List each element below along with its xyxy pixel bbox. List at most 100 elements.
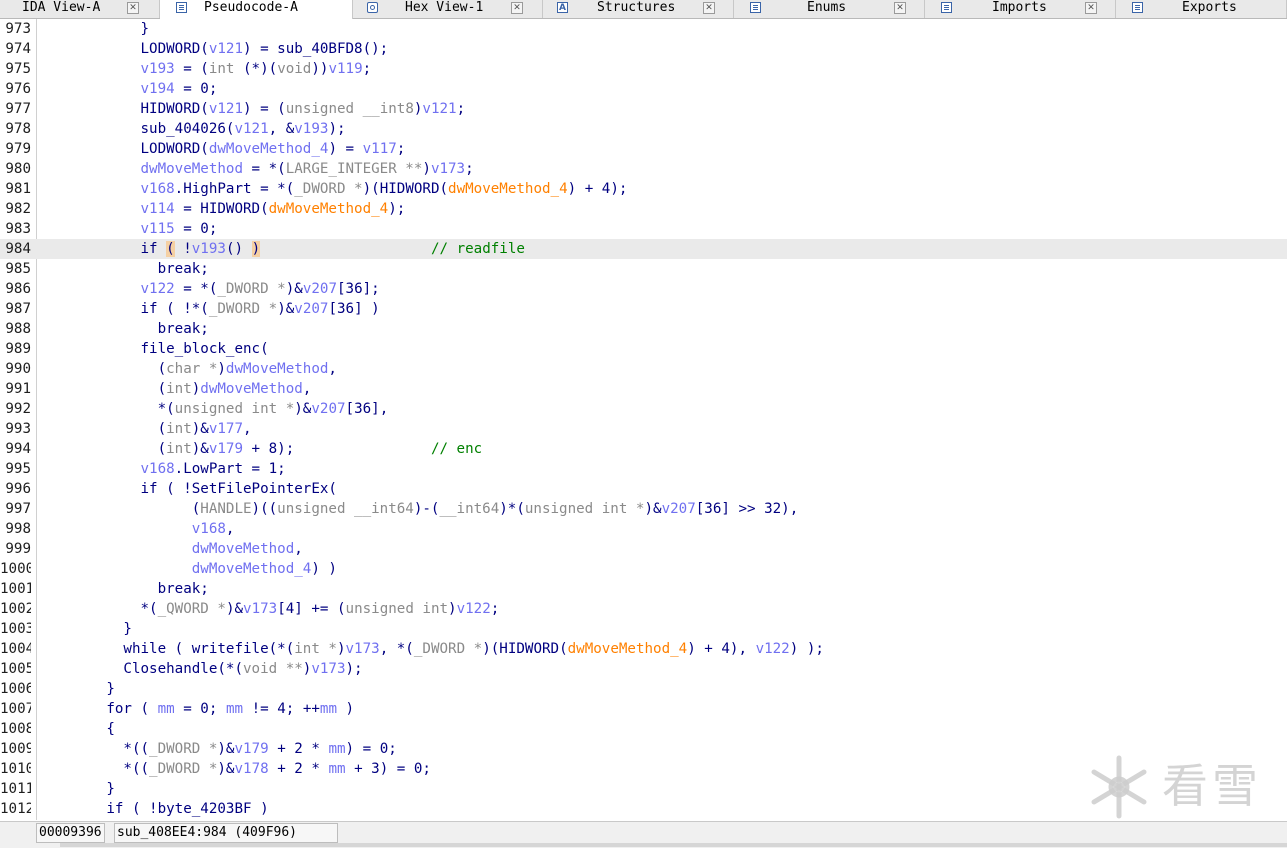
code-token: ;	[465, 161, 474, 177]
code-token: Closehandle(*(	[38, 661, 243, 677]
code-token: [36],	[345, 401, 389, 417]
code-token: )&	[225, 601, 244, 617]
code-line[interactable]: 997 (HANDLE)((unsigned __int64)-(__int64…	[0, 499, 1287, 519]
code-line[interactable]: 1001 break;	[0, 579, 1287, 599]
pseudocode-view[interactable]: 973 } 974 LODWORD(v121) = sub_40BFD8(); 97…	[0, 19, 1287, 820]
code-token: [36];	[337, 281, 380, 297]
tab-ida-view-a[interactable]: IDA View-A ✕	[0, 0, 160, 18]
code-token: + 8);	[243, 441, 431, 457]
doc-icon	[176, 2, 187, 13]
code-token: )*(	[499, 501, 525, 517]
variable-token: v122	[456, 601, 491, 617]
variable-token: v115	[140, 221, 175, 237]
line-number: 983	[5, 221, 31, 237]
tab-enums[interactable]: Enums ✕	[734, 0, 925, 18]
type-cast-token: _DWORD *	[149, 761, 218, 777]
code-token: LODWORD(	[38, 41, 209, 57]
code-token: break;	[38, 321, 209, 337]
code-line[interactable]: 1007 for ( mm = 0; mm != 4; ++mm )	[0, 699, 1287, 719]
code-text: }	[38, 619, 132, 639]
line-number: 980	[5, 161, 31, 177]
code-line[interactable]: 995 v168.LowPart = 1;	[0, 459, 1287, 479]
close-icon[interactable]: ✕	[1085, 2, 1097, 14]
variable-token: v173	[243, 601, 278, 617]
code-token: ) + 4);	[567, 181, 628, 197]
horizontal-scrollbar[interactable]	[60, 843, 1287, 847]
variable-token: dwMoveMethod_4	[208, 141, 329, 157]
variable-token: v177	[208, 421, 244, 437]
variable-token: v207	[311, 401, 346, 417]
code-line[interactable]: 991 (int)dwMoveMethod,	[0, 379, 1287, 399]
type-cast-token: unsigned int *	[524, 501, 645, 517]
code-line[interactable]: 992 *(unsigned int *)&v207[36],	[0, 399, 1287, 419]
code-line[interactable]: 1004 while ( writefile(*(int *)v173, *(_…	[0, 639, 1287, 659]
code-token: if	[38, 241, 167, 257]
code-line[interactable]: 1000 dwMoveMethod_4) )	[0, 559, 1287, 579]
code-line[interactable]: 977 HIDWORD(v121) = (unsigned __int8)v12…	[0, 99, 1287, 119]
struct-icon	[557, 0, 568, 16]
tab-pseudocode-a[interactable]: Pseudocode-A	[160, 0, 353, 19]
close-icon[interactable]: ✕	[511, 2, 523, 14]
code-line[interactable]: 988 break;	[0, 319, 1287, 339]
code-line[interactable]: 1008 {	[0, 719, 1287, 739]
code-token: break;	[38, 581, 209, 597]
tab-hex-view-1[interactable]: Hex View-1 ✕	[353, 0, 543, 18]
code-line[interactable]: 993 (int)&v177,	[0, 419, 1287, 439]
code-line[interactable]: 975 v193 = (int (*)(void))v119;	[0, 59, 1287, 79]
line-number: 988	[5, 321, 31, 337]
code-line[interactable]: 998 v168,	[0, 519, 1287, 539]
code-line[interactable]: 996 if ( !SetFilePointerEx(	[0, 479, 1287, 499]
code-line[interactable]: 980 dwMoveMethod = *(LARGE_INTEGER **)v1…	[0, 159, 1287, 179]
type-cast-token: void **	[243, 661, 303, 677]
code-line[interactable]: 974 LODWORD(v121) = sub_40BFD8();	[0, 39, 1287, 59]
variable-token: v119	[328, 61, 363, 77]
line-number: 978	[5, 121, 31, 137]
code-token: ,	[294, 541, 303, 557]
close-icon[interactable]: ✕	[894, 2, 906, 14]
code-line[interactable]: 984 if ( !v193() ) // readfile	[0, 239, 1287, 259]
variable-token: v114	[140, 201, 175, 217]
code-line[interactable]: 986 v122 = *(_DWORD *)&v207[36];	[0, 279, 1287, 299]
code-text: sub_404026(v121, &v193);	[38, 119, 345, 139]
line-number: 1001	[0, 581, 31, 597]
line-number: 975	[5, 61, 31, 77]
code-line[interactable]: 1006 }	[0, 679, 1287, 699]
code-token: ) = sub_40BFD8();	[243, 41, 389, 57]
code-text: if ( !SetFilePointerEx(	[38, 479, 336, 499]
code-line[interactable]: 973 }	[0, 19, 1287, 39]
type-cast-token: unsigned int *	[174, 401, 295, 417]
code-line[interactable]: 1003 }	[0, 619, 1287, 639]
code-line[interactable]: 989 file_block_enc(	[0, 339, 1287, 359]
line-number: 981	[5, 181, 31, 197]
code-token: .HighPart = *(	[174, 181, 295, 197]
code-line[interactable]: 990 (char *)dwMoveMethod,	[0, 359, 1287, 379]
tab-structures[interactable]: Structures ✕	[543, 0, 734, 18]
code-line[interactable]: 978 sub_404026(v121, &v193);	[0, 119, 1287, 139]
variable-token: v207	[294, 301, 329, 317]
status-bar: 00009396 sub_408EE4:984 (409F96)	[0, 821, 1287, 848]
code-line[interactable]: 999 dwMoveMethod,	[0, 539, 1287, 559]
line-number: 995	[5, 461, 31, 477]
code-line[interactable]: 981 v168.HighPart = *(_DWORD *)(HIDWORD(…	[0, 179, 1287, 199]
type-cast-token: _QWORD *	[157, 601, 226, 617]
code-token: }	[38, 621, 132, 637]
line-number: 998	[5, 521, 31, 537]
code-token: ,	[328, 361, 337, 377]
code-line[interactable]: 982 v114 = HIDWORD(dwMoveMethod_4);	[0, 199, 1287, 219]
tab-imports[interactable]: Imports ✕	[925, 0, 1116, 18]
code-line[interactable]: 987 if ( !*(_DWORD *)&v207[36] )	[0, 299, 1287, 319]
code-line[interactable]: 1002 *(_QWORD *)&v173[4] += (unsigned in…	[0, 599, 1287, 619]
line-number: 977	[5, 101, 31, 117]
code-line[interactable]: 985 break;	[0, 259, 1287, 279]
close-icon[interactable]: ✕	[703, 2, 715, 14]
type-cast-token: unsigned __int8	[285, 101, 414, 117]
close-icon[interactable]: ✕	[127, 2, 139, 14]
code-token: ) + 4),	[687, 641, 756, 657]
code-line[interactable]: 976 v194 = 0;	[0, 79, 1287, 99]
code-line[interactable]: 983 v115 = 0;	[0, 219, 1287, 239]
tab-exports[interactable]: Exports	[1116, 0, 1287, 18]
code-line[interactable]: 979 LODWORD(dwMoveMethod_4) = v117;	[0, 139, 1287, 159]
code-line[interactable]: 994 (int)&v179 + 8); // enc	[0, 439, 1287, 459]
code-line[interactable]: 1005 Closehandle(*(void **)v173);	[0, 659, 1287, 679]
